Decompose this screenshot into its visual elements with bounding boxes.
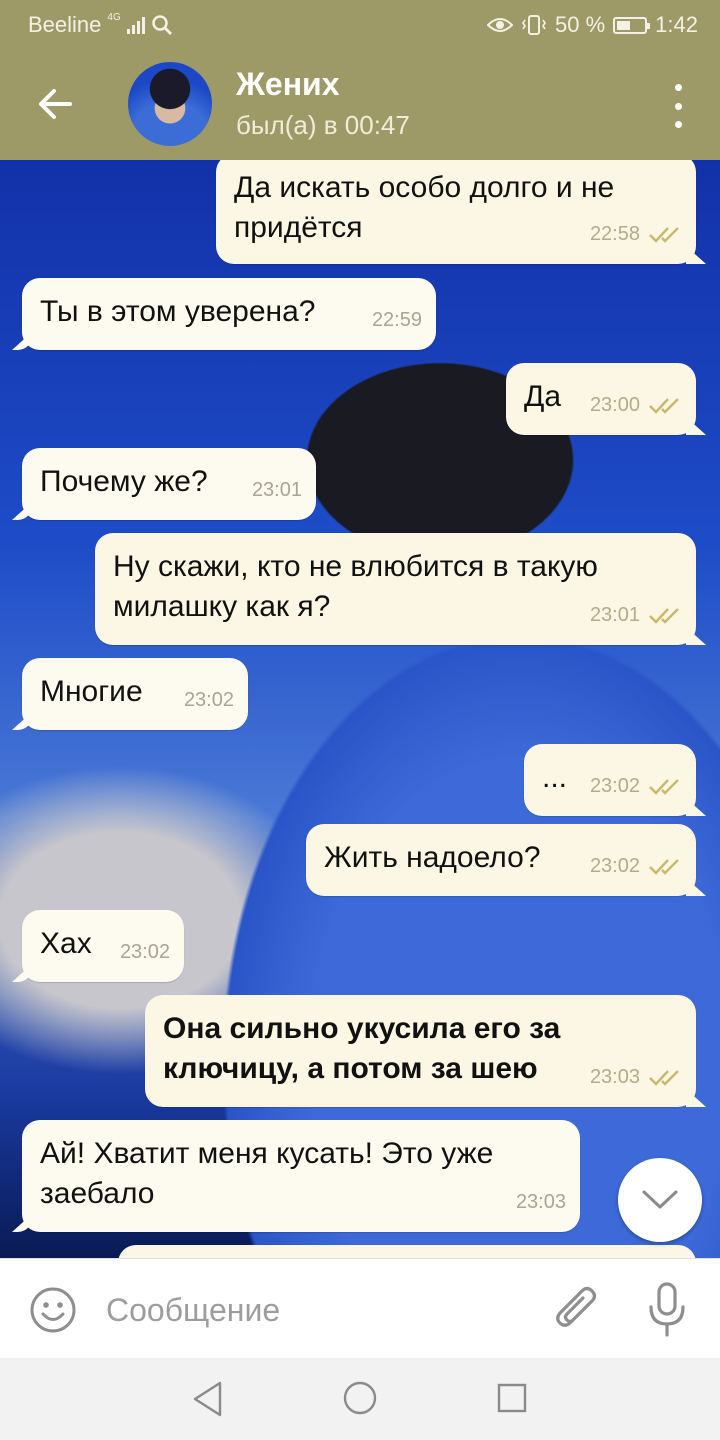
- signal-icon: [126, 16, 145, 34]
- message-time: 22:59: [371, 309, 422, 331]
- status-bar: Beeline 4G 50 % 1:42: [0, 0, 720, 48]
- double-check-icon: [649, 227, 679, 243]
- voice-message-button[interactable]: [644, 1281, 690, 1339]
- double-check-icon: [649, 859, 679, 875]
- message-bubble-incoming[interactable]: Ты в этом уверена? 22:59: [22, 278, 436, 350]
- system-navigation-bar: [0, 1358, 720, 1440]
- more-vert-dot: [674, 121, 682, 128]
- double-check-icon: [649, 1070, 679, 1086]
- more-vert-dot: [674, 102, 682, 110]
- message-time: 23:03: [589, 1066, 640, 1088]
- message-input[interactable]: [104, 1281, 528, 1339]
- message-bubble-incoming[interactable]: Ай! Хватит меня кусать! Это уже заебало …: [22, 1120, 580, 1232]
- emoji-button[interactable]: [28, 1285, 78, 1335]
- contact-name[interactable]: Жених: [236, 66, 340, 103]
- message-time: 23:01: [251, 479, 302, 501]
- message-bubble-outgoing[interactable]: ... 23:02: [524, 744, 696, 816]
- network-type: 4G: [107, 11, 121, 23]
- scroll-to-bottom-button[interactable]: [618, 1158, 702, 1242]
- paperclip-icon: [556, 1286, 597, 1327]
- message-text: Ай! Хватит меня кусать! Это уже заебало: [40, 1137, 494, 1210]
- nav-recents-icon[interactable]: [496, 1382, 528, 1414]
- contact-avatar[interactable]: [128, 62, 212, 146]
- more-menu-button[interactable]: [666, 84, 690, 128]
- last-seen-status: был(а) в 00:47: [236, 110, 410, 140]
- message-text: Ты в этом уверена?: [40, 295, 316, 328]
- message-bubble-outgoing[interactable]: Жить надоело? 23:02: [306, 824, 696, 896]
- message-time: 23:01: [589, 604, 640, 626]
- message-time: 23:03: [515, 1191, 566, 1213]
- attach-button[interactable]: [552, 1283, 602, 1337]
- battery-percent: 50 %: [555, 12, 606, 37]
- message-bubble-incoming[interactable]: Хах 23:02: [22, 910, 184, 982]
- message-bubble-partial[interactable]: [118, 1245, 696, 1258]
- message-bubble-outgoing[interactable]: Да искать особо долго и не придётся 22:5…: [216, 160, 696, 264]
- message-bubble-incoming[interactable]: Многие 23:02: [22, 658, 248, 730]
- message-time: 23:02: [183, 689, 234, 711]
- eye-icon: [487, 18, 514, 32]
- message-bubble-outgoing[interactable]: Она сильно укусила его за ключицу, а пот…: [145, 995, 696, 1107]
- message-composer: [0, 1258, 720, 1359]
- microphone-icon: [649, 1282, 685, 1337]
- clock: 1:42: [655, 12, 698, 37]
- message-time: 23:02: [589, 775, 640, 797]
- message-time: 23:02: [589, 855, 640, 877]
- vibrate-icon: [522, 15, 546, 35]
- nav-home-icon[interactable]: [342, 1380, 378, 1416]
- message-time: 23:02: [119, 941, 170, 963]
- message-time: 23:00: [589, 394, 640, 416]
- more-vert-icon: [674, 84, 682, 91]
- chat-header: Жених был(а) в 00:47: [0, 48, 720, 160]
- double-check-icon: [649, 608, 679, 624]
- message-list[interactable]: Да искать особо долго и не придётся 22:5…: [0, 160, 720, 1258]
- message-bubble-outgoing[interactable]: Да 23:00: [506, 363, 696, 435]
- message-bubble-outgoing[interactable]: Ну скажи, кто не влюбится в такую милашк…: [95, 533, 696, 645]
- message-time: 22:58: [589, 223, 640, 245]
- back-button[interactable]: [30, 78, 82, 130]
- chevron-down-icon: [642, 1190, 678, 1209]
- carrier-name: Beeline: [28, 12, 102, 37]
- smiley-icon: [30, 1287, 76, 1333]
- message-bubble-incoming[interactable]: Почему же? 23:01: [22, 448, 316, 520]
- search-icon: [151, 15, 172, 35]
- double-check-icon: [649, 779, 679, 795]
- arrow-left-icon: [39, 89, 72, 119]
- battery-icon: [613, 16, 651, 34]
- nav-back-icon[interactable]: [190, 1380, 226, 1418]
- double-check-icon: [649, 398, 679, 414]
